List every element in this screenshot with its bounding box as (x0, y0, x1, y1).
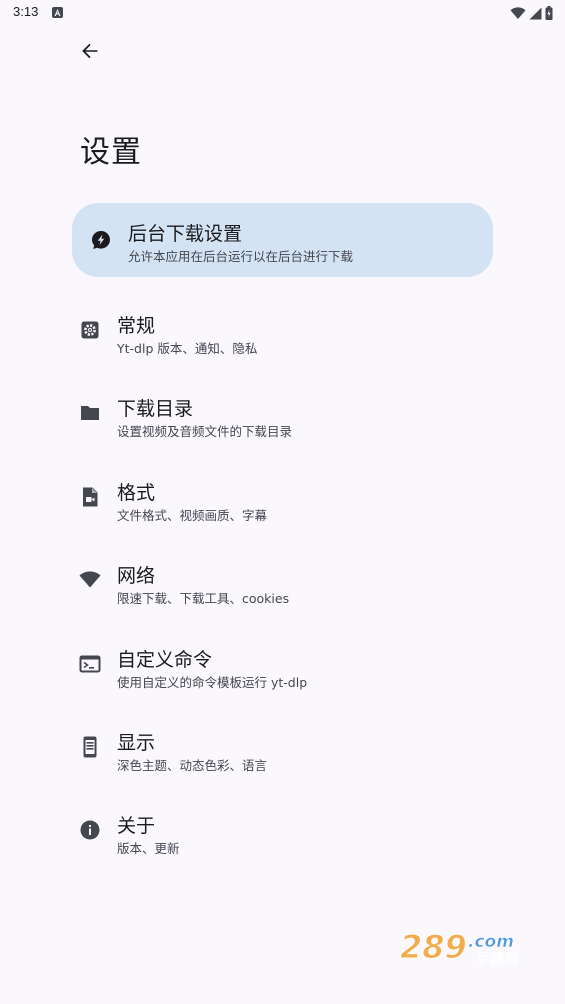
page-title: 设置 (80, 135, 142, 170)
setting-subtitle: 深色主题、动态色彩、语言 (117, 758, 268, 773)
arrow-back-icon (80, 41, 100, 65)
setting-title: 显示 (117, 732, 156, 754)
svg-text:289: 289 (400, 928, 467, 966)
status-bar: 3:13 (0, 0, 565, 26)
setting-title: 下载目录 (117, 398, 194, 420)
setting-format[interactable]: 格式 文件格式、视频画质、字幕 (72, 460, 493, 534)
setting-subtitle: Yt-dlp 版本、通知、隐私 (117, 341, 258, 356)
cell-signal-icon (529, 5, 542, 24)
setting-title: 格式 (117, 482, 156, 504)
setting-title: 后台下载设置 (128, 223, 243, 245)
setting-title: 关于 (117, 815, 156, 837)
setting-subtitle: 允许本应用在后台运行以在后台进行下载 (128, 249, 354, 264)
terminal-icon (79, 653, 101, 675)
setting-subtitle: 设置视频及音频文件的下载目录 (117, 424, 293, 439)
info-icon (79, 819, 101, 841)
folder-icon (79, 402, 101, 424)
setting-download-directory[interactable]: 下载目录 设置视频及音频文件的下载目录 (72, 376, 493, 450)
setting-network[interactable]: 网络 限速下载、下载工具、cookies (72, 543, 493, 617)
setting-title: 自定义命令 (117, 649, 213, 671)
setting-background-download[interactable]: 后台下载设置 允许本应用在后台运行以在后台进行下载 (72, 203, 493, 277)
svg-text:.com: .com (468, 932, 514, 952)
svg-text:手游网: 手游网 (476, 951, 518, 967)
settings-gear-icon (79, 319, 101, 341)
setting-subtitle: 限速下载、下载工具、cookies (117, 591, 290, 606)
video-file-icon (79, 486, 101, 508)
setting-subtitle: 版本、更新 (117, 841, 180, 856)
notification-a-icon (52, 7, 63, 18)
setting-subtitle: 使用自定义的命令模板运行 yt-dlp (117, 675, 308, 690)
wifi-status-icon (510, 5, 526, 24)
battery-icon (545, 5, 553, 24)
setting-about[interactable]: 关于 版本、更新 (72, 793, 493, 867)
phone-display-icon (79, 736, 101, 758)
back-button[interactable] (70, 33, 110, 73)
status-time: 3:13 (13, 4, 39, 19)
setting-custom-command[interactable]: 自定义命令 使用自定义的命令模板运行 yt-dlp (72, 627, 493, 701)
setting-display[interactable]: 显示 深色主题、动态色彩、语言 (72, 710, 493, 784)
setting-title: 网络 (117, 565, 156, 587)
status-icons (510, 5, 553, 24)
setting-general[interactable]: 常规 Yt-dlp 版本、通知、隐私 (72, 293, 493, 367)
watermark-logo: 289 .com 手游网 (398, 925, 543, 969)
setting-subtitle: 文件格式、视频画质、字幕 (117, 508, 268, 523)
wifi-icon (79, 569, 101, 591)
setting-title: 常规 (117, 315, 156, 337)
bolt-chat-icon (90, 229, 112, 251)
